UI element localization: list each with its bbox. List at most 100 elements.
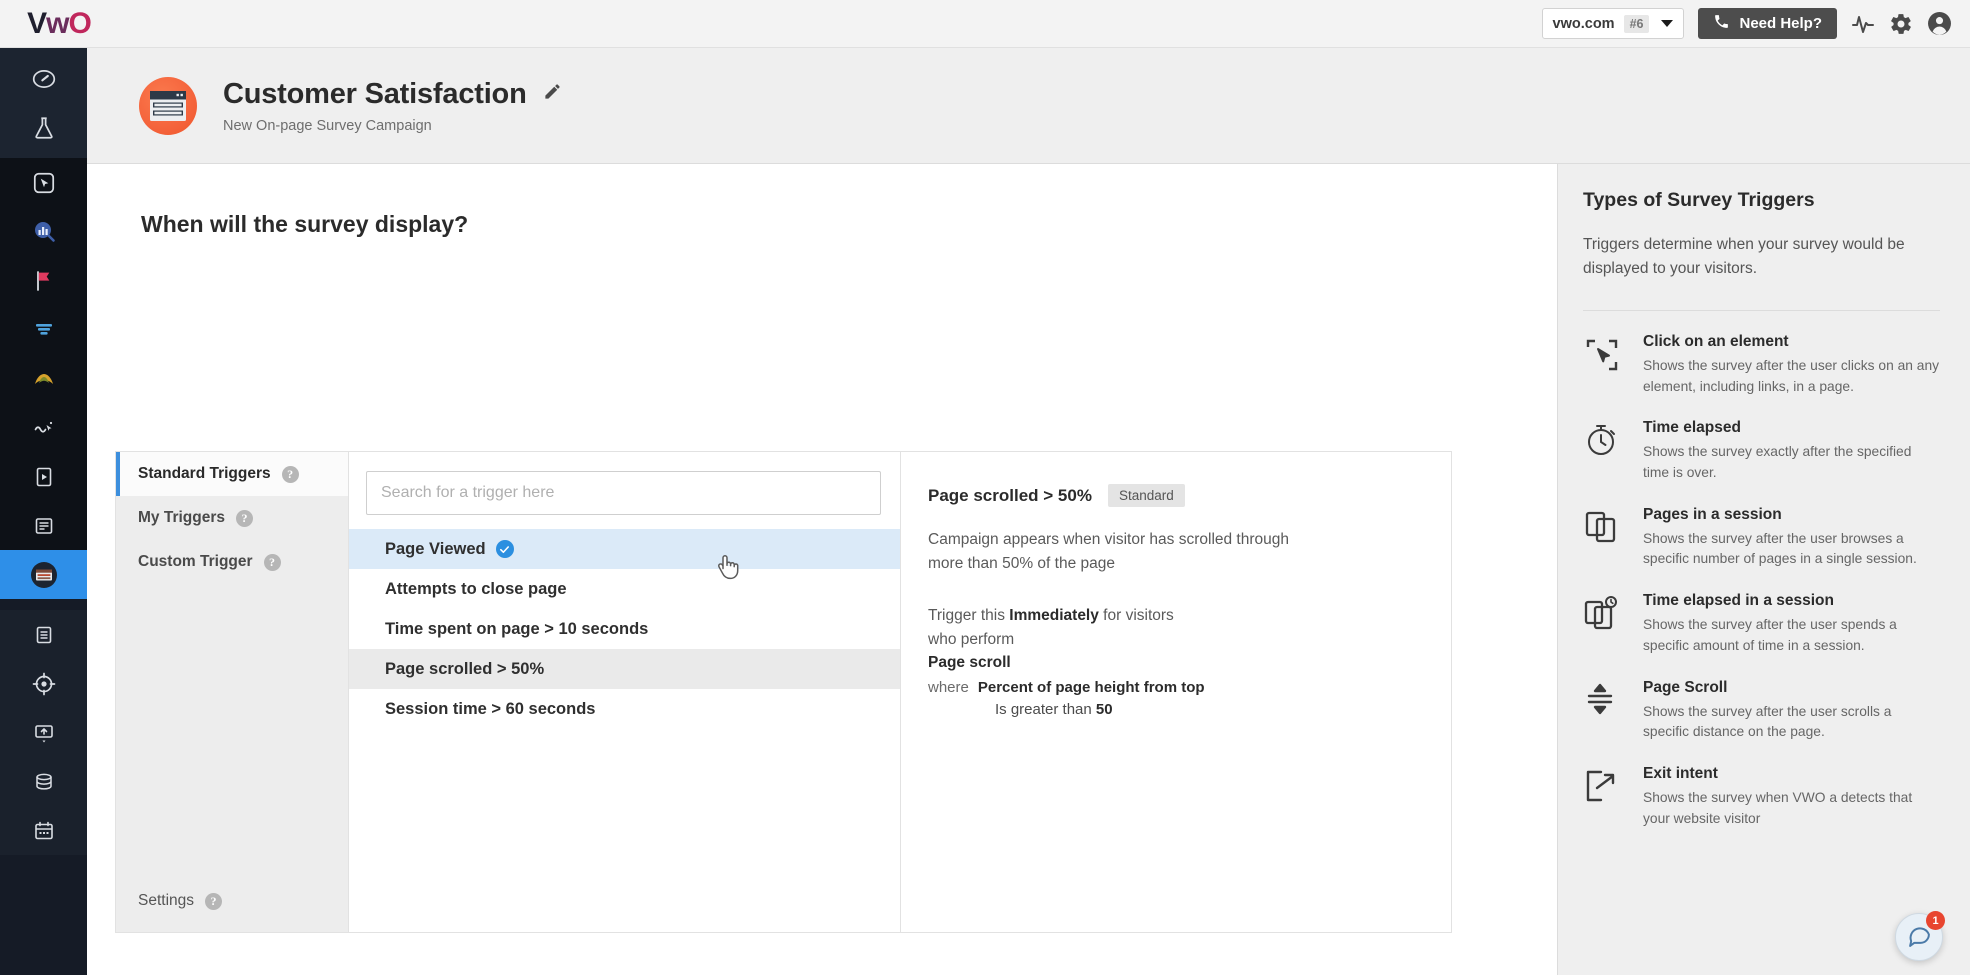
gear-icon[interactable] — [1889, 12, 1913, 36]
survey-card-icon — [139, 76, 197, 135]
sidebar-item-funnels[interactable] — [0, 305, 87, 354]
sidebar-item-data-layer[interactable] — [0, 757, 87, 806]
sidebar-item-dashboard[interactable] — [0, 54, 87, 103]
trigger-item-label: Time spent on page > 10 seconds — [385, 619, 649, 638]
trigger-detail-column: Page scrolled > 50% Standard Campaign ap… — [901, 452, 1451, 932]
trigger-item-session-time[interactable]: Session time > 60 seconds — [349, 689, 900, 729]
funnel-icon — [32, 318, 56, 342]
deploy-icon — [32, 721, 56, 745]
help-item-title: Time elapsed in a session — [1643, 592, 1834, 610]
trigger-list-column: Page Viewed Attempts to close page Time … — [349, 452, 901, 932]
help-item-desc: Shows the survey when VWO a detects that… — [1643, 789, 1913, 826]
sidebar-item-pages[interactable] — [0, 501, 87, 550]
page-title: Customer Satisfaction — [223, 77, 527, 110]
search-input[interactable] — [366, 471, 881, 515]
top-bar: VwO vwo.com #6 Need Help? — [0, 0, 1970, 48]
flask-icon — [31, 115, 57, 141]
help-icon-my-triggers[interactable]: ? — [236, 509, 253, 527]
settings-link[interactable]: Settings ? — [116, 892, 348, 910]
help-item-exit-intent: Exit intent Shows the survey when VWO a … — [1583, 765, 1940, 829]
sidebar-item-targeting[interactable] — [0, 659, 87, 708]
help-item-page-scroll: Page Scroll Shows the survey after the u… — [1583, 679, 1940, 743]
trigger-item-attempts-to-close-page[interactable]: Attempts to close page — [349, 569, 900, 609]
where-keyword: where — [928, 679, 969, 697]
flag-icon — [32, 269, 56, 293]
exit-intent-icon — [1583, 765, 1623, 829]
help-item-time-elapsed: Time elapsed Shows the survey exactly af… — [1583, 419, 1940, 483]
sidebar-item-analytics[interactable] — [0, 207, 87, 256]
sidebar-item-testing[interactable] — [0, 103, 87, 152]
help-title: Types of Survey Triggers — [1583, 189, 1815, 211]
sidebar-item-reports[interactable] — [0, 610, 87, 659]
sidebar-group-secondary — [0, 610, 87, 855]
where-condition-value: 50 — [1095, 701, 1113, 719]
chat-widget-button[interactable]: 1 — [1895, 911, 1945, 961]
help-sidebar: Types of Survey Triggers Triggers determ… — [1557, 164, 1970, 975]
sidebar-item-schedule[interactable] — [0, 806, 87, 855]
help-item-time-elapsed-in-a-session: Time elapsed in a session Shows the surv… — [1583, 592, 1940, 656]
help-icon-standard-triggers[interactable]: ? — [281, 465, 299, 483]
tab-standard-triggers[interactable]: Standard Triggers ? — [116, 452, 348, 496]
sidebar-item-goals[interactable] — [0, 256, 87, 305]
trigger-item-label: Session time > 60 seconds — [385, 699, 596, 718]
trigger-item-page-scrolled[interactable]: Page scrolled > 50% — [349, 649, 900, 689]
domain-name: vwo.com — [1552, 15, 1615, 32]
sidebar-item-deploy[interactable] — [0, 708, 87, 757]
trigger-item-page-viewed[interactable]: Page Viewed — [349, 529, 900, 569]
trigger-timing: Immediately — [1009, 607, 1099, 625]
help-icon-settings[interactable]: ? — [205, 892, 223, 910]
detail-description: Campaign appears when visitor has scroll… — [928, 531, 1290, 573]
campaign-title-block: Customer Satisfaction New On-page Survey… — [223, 78, 562, 134]
settings-label: Settings — [138, 892, 195, 909]
sidebar-item-click-map[interactable] — [0, 158, 87, 207]
section-title: When will the survey display? — [141, 211, 469, 237]
trigger-item-label: Page scrolled > 50% — [385, 659, 545, 678]
domain-selector[interactable]: vwo.com #6 — [1541, 8, 1685, 39]
trigger-item-label: Attempts to close page — [385, 579, 567, 598]
tab-standard-triggers-label: Standard Triggers — [138, 465, 271, 482]
need-help-label: Need Help? — [1739, 15, 1822, 32]
need-help-button[interactable]: Need Help? — [1698, 8, 1837, 39]
app-root: VwO vwo.com #6 Need Help? Customer Satis… — [0, 0, 1970, 975]
sidebar-item-session-recordings[interactable] — [0, 403, 87, 452]
help-item-desc: Shows the survey exactly after the speci… — [1643, 444, 1912, 481]
detail-trigger-line: Trigger this Immediately for visitors — [928, 603, 1423, 628]
cursor-box-icon — [31, 170, 57, 196]
crosshair-icon — [32, 672, 56, 696]
tab-my-triggers[interactable]: My Triggers ? — [116, 496, 348, 540]
recording-icon — [32, 416, 56, 440]
pencil-icon[interactable] — [543, 82, 562, 106]
detail-title: Page scrolled > 50% — [928, 485, 1092, 505]
sidebar-item-form-analytics[interactable] — [0, 452, 87, 501]
detail-where-row: where Percent of page height from top — [928, 679, 1423, 696]
click-element-icon — [1583, 333, 1623, 397]
help-item-title: Exit intent — [1643, 764, 1718, 782]
sidebar-item-heatmaps[interactable] — [0, 354, 87, 403]
tab-my-triggers-label: My Triggers — [138, 509, 225, 526]
heatmap-icon — [32, 367, 56, 391]
help-icon-custom-trigger[interactable]: ? — [263, 553, 281, 571]
where-attribute: Percent of page height from top — [977, 679, 1205, 697]
help-item-title: Pages in a session — [1643, 505, 1782, 523]
status-badge: Standard — [1107, 484, 1185, 507]
trigger-suffix: for visitors — [1098, 607, 1174, 625]
detail-header: Page scrolled > 50% Standard — [928, 484, 1423, 507]
help-item-title: Time elapsed — [1643, 419, 1741, 437]
form-play-icon — [32, 465, 56, 489]
sidebar-item-surveys[interactable] — [0, 550, 87, 599]
chevron-down-icon — [1661, 20, 1674, 27]
activity-icon[interactable] — [1851, 12, 1875, 36]
user-avatar-icon[interactable] — [1927, 11, 1952, 36]
bar-chart-search-icon — [32, 220, 56, 244]
page-list-icon — [32, 514, 56, 538]
help-item-click-on-an-element: Click on an element Shows the survey aft… — [1583, 333, 1940, 397]
help-item-title: Click on an element — [1643, 333, 1789, 351]
help-item-title: Page Scroll — [1643, 678, 1728, 696]
help-divider — [1583, 310, 1940, 312]
tab-custom-trigger[interactable]: Custom Trigger ? — [116, 540, 348, 584]
trigger-item-time-spent-on-page[interactable]: Time spent on page > 10 seconds — [349, 609, 900, 649]
phone-icon — [1713, 13, 1730, 34]
top-bar-actions: vwo.com #6 Need Help? — [1541, 8, 1970, 39]
trigger-tabs: Standard Triggers ? My Triggers ? Custom… — [116, 452, 349, 932]
vwo-logo[interactable]: VwO — [0, 8, 118, 39]
